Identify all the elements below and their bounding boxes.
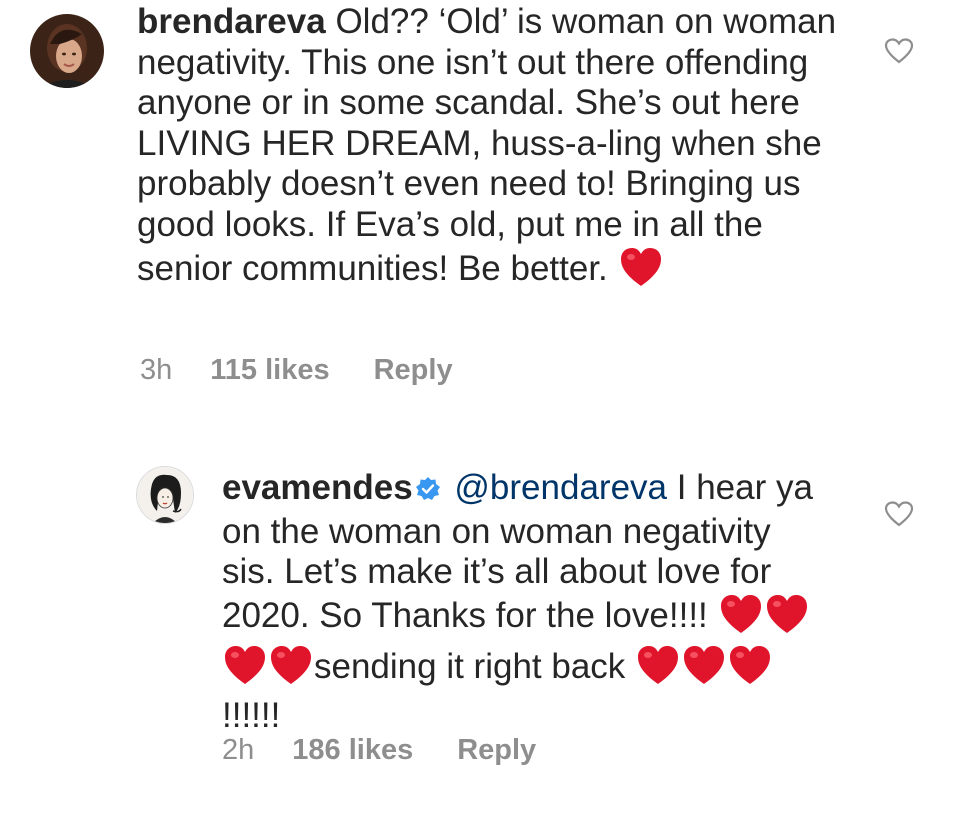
comment-body: evamendes @brendareva I hear ya on the w…: [222, 468, 827, 737]
comment-text-end: !!!!!!: [222, 695, 281, 735]
avatar-evamendes[interactable]: [136, 466, 194, 524]
red-heart-emoji-icon: [765, 593, 809, 645]
red-heart-emoji-icon: [728, 644, 772, 696]
comment-meta: 3h 115 likes Reply: [140, 354, 453, 387]
comment-time: 3h: [140, 354, 173, 386]
red-heart-emoji-icon: [223, 644, 267, 696]
heart-outline-icon[interactable]: [884, 500, 914, 528]
comment-text: Old?? ‘Old’ is woman on woman negativity…: [137, 2, 837, 288]
reply-button[interactable]: Reply: [374, 354, 453, 387]
comment-meta: 2h 186 likes Reply: [222, 734, 536, 767]
red-heart-emoji-icon: [636, 644, 680, 696]
red-heart-emoji-icon: [619, 246, 663, 298]
avatar-brendareva[interactable]: [30, 14, 104, 88]
likes-count[interactable]: 115 likes: [210, 354, 329, 387]
reply-button[interactable]: Reply: [457, 734, 536, 767]
comment-username[interactable]: brendareva: [137, 2, 326, 41]
red-heart-emoji-icon: [719, 593, 763, 645]
red-heart-emoji-icon: [269, 644, 313, 696]
verified-badge-icon: [415, 471, 441, 512]
comment-brendareva: brendareva Old?? ‘Old’ is woman on woman…: [0, 0, 970, 400]
profile-photo-icon: [30, 14, 104, 88]
heart-outline-icon[interactable]: [884, 37, 914, 65]
comment-text-continued: sending it right back: [314, 647, 636, 687]
comment-evamendes: evamendes @brendareva I hear ya on the w…: [0, 440, 970, 813]
mention-link[interactable]: @brendareva: [454, 468, 667, 507]
comment-username[interactable]: evamendes: [222, 468, 413, 507]
comment-body: brendareva Old?? ‘Old’ is woman on woman…: [137, 2, 837, 297]
profile-illustration-icon: [137, 467, 193, 523]
likes-count[interactable]: 186 likes: [292, 734, 413, 767]
comment-time: 2h: [222, 734, 255, 766]
red-heart-emoji-icon: [682, 644, 726, 696]
